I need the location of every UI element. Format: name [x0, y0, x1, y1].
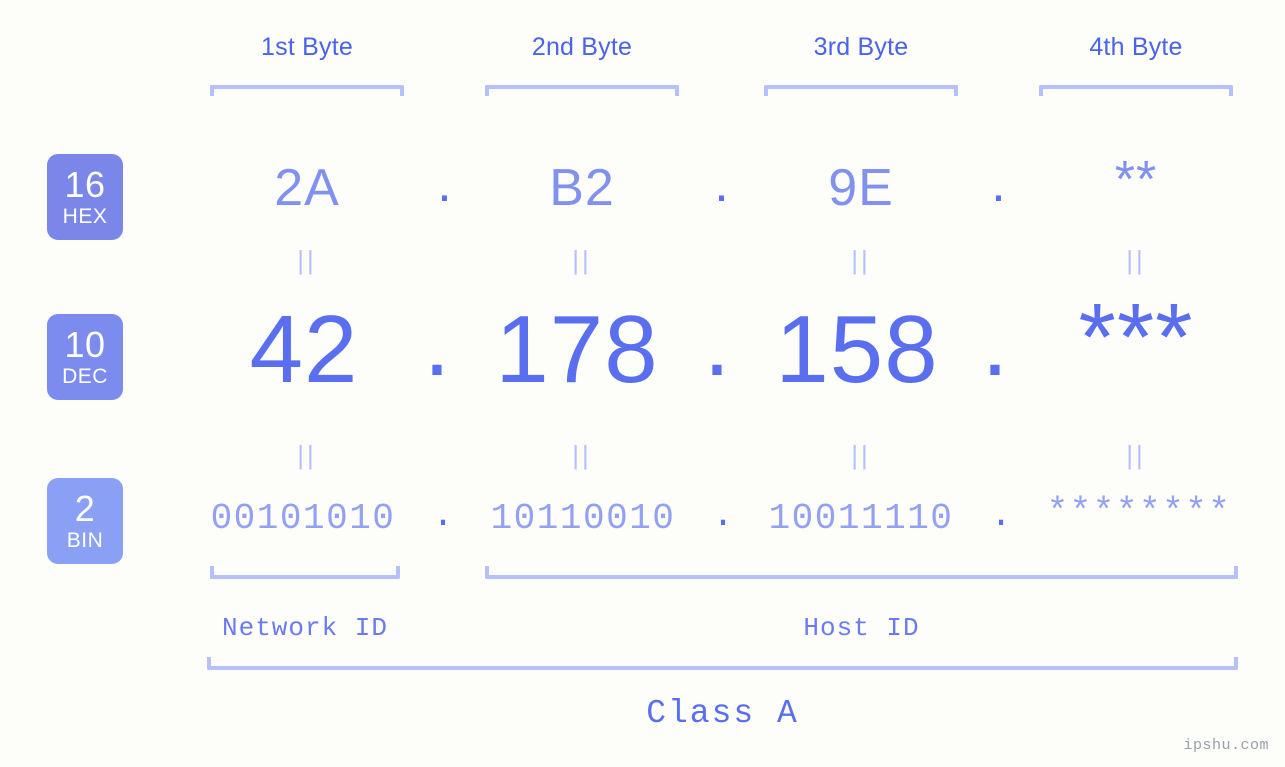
- byte-bracket-2: [485, 85, 679, 96]
- dec-separator-1: .: [423, 289, 451, 396]
- byte-bracket-4: [1039, 85, 1233, 96]
- base-badge-dec-name: DEC: [62, 365, 108, 388]
- bin-byte-2: 10110010: [490, 498, 676, 539]
- hex-byte-2: B2: [549, 159, 615, 217]
- base-badge-hex-number: 16: [64, 164, 106, 205]
- equals-mark-dec-bin-4: ||: [1126, 440, 1146, 470]
- base-badge-bin: 2 BIN: [47, 478, 123, 564]
- bin-byte-4: ********: [1046, 492, 1232, 533]
- class-bracket: [207, 657, 1238, 670]
- host-id-bracket: [485, 566, 1238, 579]
- hex-separator-2: .: [714, 155, 729, 213]
- equals-mark-dec-bin-3: ||: [851, 440, 871, 470]
- host-id-label: Host ID: [803, 613, 920, 643]
- class-label: Class A: [646, 695, 799, 732]
- byte-bracket-3: [764, 85, 958, 96]
- equals-mark-hex-dec-3: ||: [851, 245, 871, 275]
- base-badge-hex-name: HEX: [62, 205, 108, 228]
- base-badge-bin-number: 2: [74, 488, 96, 529]
- hex-separator-3: .: [991, 155, 1006, 213]
- network-id-label: Network ID: [221, 613, 389, 643]
- dec-byte-3: 158: [775, 296, 939, 403]
- hex-separator-1: .: [437, 155, 452, 213]
- bin-separator-1: .: [432, 495, 454, 536]
- equals-mark-dec-bin-1: ||: [297, 440, 317, 470]
- base-badge-hex: 16 HEX: [47, 154, 123, 240]
- byte-header-1: 1st Byte: [261, 33, 353, 61]
- bin-separator-2: .: [712, 495, 734, 536]
- bin-byte-3: 10011110: [768, 498, 954, 539]
- hex-byte-4: **: [1114, 151, 1158, 209]
- bin-separator-3: .: [990, 495, 1012, 536]
- equals-mark-hex-dec-2: ||: [572, 245, 592, 275]
- hex-byte-1: 2A: [274, 159, 340, 217]
- byte-bracket-1: [210, 85, 404, 96]
- dec-byte-4: ***: [1078, 284, 1194, 391]
- dec-byte-1: 42: [249, 296, 359, 403]
- dec-byte-2: 178: [495, 296, 659, 403]
- equals-mark-hex-dec-1: ||: [297, 245, 317, 275]
- equals-mark-dec-bin-2: ||: [572, 440, 592, 470]
- hex-byte-3: 9E: [828, 159, 894, 217]
- site-watermark: ipshu.com: [1183, 737, 1269, 754]
- base-badge-dec-number: 10: [64, 324, 106, 365]
- ip-byte-breakdown-diagram: 1st Byte 2nd Byte 3rd Byte 4th Byte 16 H…: [0, 0, 1285, 767]
- equals-mark-hex-dec-4: ||: [1126, 245, 1146, 275]
- byte-header-4: 4th Byte: [1089, 33, 1183, 61]
- byte-header-2: 2nd Byte: [531, 33, 633, 61]
- network-id-bracket: [210, 566, 400, 579]
- dec-separator-2: .: [703, 289, 731, 396]
- base-badge-dec: 10 DEC: [47, 314, 123, 400]
- byte-header-3: 3rd Byte: [813, 33, 909, 61]
- base-badge-bin-name: BIN: [66, 529, 104, 552]
- dec-separator-3: .: [981, 289, 1009, 396]
- bin-byte-1: 00101010: [210, 498, 396, 539]
